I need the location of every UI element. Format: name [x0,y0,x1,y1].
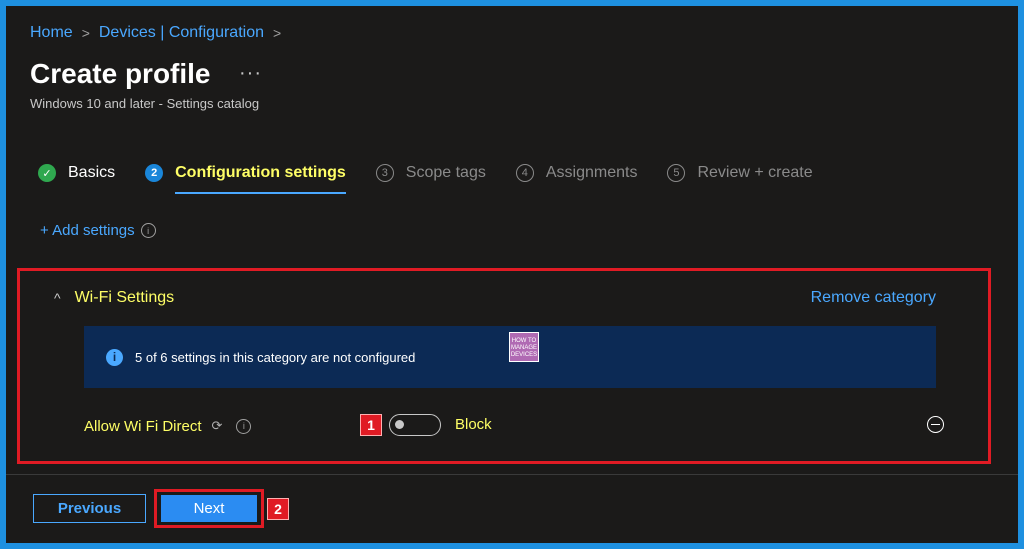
chevron-right-icon: > [273,25,282,41]
category-header[interactable]: ^ Wi-Fi Settings [54,289,174,307]
annotation-badge-1: 1 [360,414,382,436]
step-configuration-settings[interactable]: 2 Configuration settings [145,158,346,194]
more-options-icon[interactable]: ··· [239,62,262,85]
check-circle-icon: ✓ [38,164,56,182]
allow-wifi-direct-toggle[interactable] [389,414,441,436]
watermark-logo: HOW TO MANAGE DEVICES [509,332,539,362]
page-subtitle: Windows 10 and later - Settings catalog [30,96,260,111]
step-scope-tags[interactable]: 3 Scope tags [375,158,486,188]
step-number-icon: 2 [145,164,164,182]
previous-button[interactable]: Previous [33,494,146,523]
setting-label: Allow Wi Fi Direct [84,417,202,435]
info-icon[interactable]: i [236,418,252,434]
category-title: Wi-Fi Settings [74,289,175,306]
footer-divider [6,474,1018,475]
breadcrumb-home[interactable]: Home [30,24,73,42]
wifi-settings-category: ^ Wi-Fi Settings Remove category i 5 of … [17,268,991,464]
sync-icon: ⟳ [211,418,223,433]
step-label: Review + create [697,164,813,181]
toggle-knob [395,420,404,429]
step-review-create[interactable]: 5 Review + create [667,158,813,188]
add-settings-label: + Add settings [40,222,135,239]
step-number-icon: 5 [667,164,686,182]
step-label: Scope tags [405,164,486,181]
next-button-highlight: Next [154,489,264,528]
step-label: Configuration settings [175,164,346,181]
step-label: Basics [68,164,116,181]
step-assignments[interactable]: 4 Assignments [515,158,638,188]
info-icon: i [106,348,123,366]
breadcrumb-devices-configuration[interactable]: Devices | Configuration [99,24,264,42]
step-number-icon: 4 [515,164,534,182]
page-title: Create profile [30,58,211,89]
chevron-up-icon[interactable]: ^ [54,290,61,306]
annotation-badge-2: 2 [267,498,289,520]
banner-text: 5 of 6 settings in this category are not… [135,349,416,365]
chevron-right-icon: > [81,25,90,41]
remove-category-link[interactable]: Remove category [811,289,936,307]
app-frame: Home > Devices | Configuration > Create … [6,6,1018,543]
remove-setting-icon[interactable] [927,416,944,433]
add-settings-link[interactable]: + Add settings i [40,222,156,239]
next-button[interactable]: Next [161,495,257,522]
toggle-state-label: Block [455,416,492,433]
setting-row-allow-wifi-direct: Allow Wi Fi Direct ⟳ i 1 Block [84,411,944,441]
step-basics[interactable]: ✓ Basics [38,158,115,188]
step-label: Assignments [545,164,638,181]
step-number-icon: 3 [375,164,394,182]
info-banner: i 5 of 6 settings in this category are n… [84,326,936,388]
wizard-steps: ✓ Basics 2 Configuration settings 3 Scop… [38,158,843,194]
breadcrumb: Home > Devices | Configuration > [30,24,290,42]
info-icon[interactable]: i [140,223,156,238]
